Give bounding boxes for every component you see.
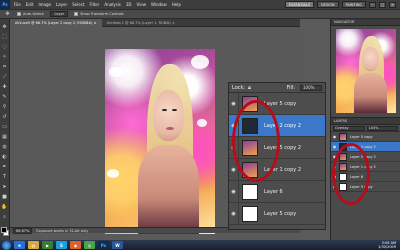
eye-icon[interactable]: ◉ (229, 93, 239, 114)
system-clock[interactable]: 3:06 AM 1/30/2009 (378, 241, 396, 249)
maximize-button[interactable]: □ (379, 1, 386, 8)
menu-analysis[interactable]: Analysis (104, 2, 120, 7)
layer-name: Layer 5 copy (350, 134, 373, 139)
layer-row[interactable]: ◉ Layer 6 (229, 181, 325, 203)
color-swatches[interactable] (0, 227, 9, 236)
photoshop-logo: Ps (0, 0, 10, 10)
marquee-icon[interactable]: ⬚ (1, 33, 8, 40)
eye-icon[interactable]: ◉ (229, 203, 239, 224)
hand-icon[interactable]: ✋ (1, 203, 8, 210)
zoom-icon[interactable]: ⌕ (1, 213, 8, 220)
clock-date: 1/30/2009 (378, 245, 396, 249)
word-icon[interactable]: W (112, 241, 123, 249)
lock-label: Lock: (232, 84, 246, 91)
fill-field[interactable]: 100% (300, 84, 322, 91)
zoom-level[interactable]: 66.67% (13, 227, 33, 234)
shape-icon[interactable]: ■ (1, 193, 8, 200)
menu-layer[interactable]: Layer (56, 2, 67, 7)
auto-select-dropdown[interactable]: Layer (50, 11, 69, 17)
status-info: Exposure works in 32-bit only (36, 228, 89, 233)
taskbar: e ▤ ▶ S ◉ ◎ Ps W 3:06 AM 1/30/2009 (0, 240, 400, 250)
crop-icon[interactable]: ⌗ (1, 63, 8, 70)
menu-filter[interactable]: Filter (89, 2, 99, 7)
folder-icon[interactable]: ▤ (28, 241, 39, 249)
eye-icon[interactable]: ◉ (229, 181, 239, 202)
opacity-field[interactable]: 100% (366, 125, 398, 131)
tab-document-1[interactable]: AVLuvell @ 66.7% (Layer 2 copy 2, RGB/8#… (10, 19, 102, 27)
eye-icon[interactable]: ◉ (331, 134, 338, 139)
blur-icon[interactable]: ◍ (1, 143, 8, 150)
history-brush-icon[interactable]: ↺ (1, 113, 8, 120)
document-image[interactable] (105, 49, 215, 234)
dodge-icon[interactable]: ◐ (1, 153, 8, 160)
ie-icon[interactable]: e (14, 241, 25, 249)
menu-edit[interactable]: Edit (26, 2, 34, 7)
menu-help[interactable]: Help (172, 2, 181, 7)
minimize-button[interactable]: – (369, 1, 376, 8)
layer-thumbnail (242, 205, 258, 222)
start-button[interactable] (2, 240, 11, 250)
auto-select-checkbox[interactable]: Auto-Select: (17, 12, 44, 16)
layer-name: Layer 5 copy (264, 210, 297, 217)
clone-stamp-icon[interactable]: ⚲ (1, 103, 8, 110)
firefox-icon[interactable]: ◉ (70, 241, 81, 249)
eyedropper-icon[interactable]: ⟋ (1, 73, 8, 80)
healing-brush-icon[interactable]: ✚ (1, 83, 8, 90)
close-button[interactable]: × (389, 1, 396, 8)
options-bar: ✥ Auto-Select: Layer Show Transform Cont… (0, 10, 400, 19)
pen-icon[interactable]: ✒ (1, 163, 8, 170)
navigator-panel: NAVIGATOR (330, 19, 400, 117)
show-transform-checkbox[interactable]: Show Transform Controls (74, 12, 124, 16)
blend-mode-select[interactable]: Overlay (333, 125, 365, 131)
move-tool-icon: ✥ (5, 11, 10, 17)
navigator-preview[interactable] (336, 29, 396, 113)
workspace-painting-button[interactable]: PAINTING (341, 1, 366, 8)
lock-icon[interactable]: 🔒︎ (248, 85, 251, 91)
layer-row[interactable]: ◉ Layer 5 copy (331, 132, 400, 142)
tab-navigator[interactable]: NAVIGATOR (331, 19, 400, 26)
photoshop-icon[interactable]: Ps (98, 241, 109, 249)
move-icon[interactable]: ✥ (1, 23, 8, 30)
eye-icon[interactable]: ◉ (331, 144, 338, 149)
document-tabs: AVLuvell @ 66.7% (Layer 2 copy 2, RGB/8#… (10, 19, 300, 27)
layer-thumbnail (242, 183, 258, 200)
tab-document-2[interactable]: Untitled-1 @ 66.7% (Layer 1, RGB/8) × (102, 19, 180, 27)
fill-label: Fill: (286, 84, 295, 91)
app-menu-bar: Ps File Edit Image Layer Select Filter A… (0, 0, 400, 10)
menu-image[interactable]: Image (38, 2, 51, 7)
brush-icon[interactable]: ✎ (1, 93, 8, 100)
gradient-icon[interactable]: ▦ (1, 133, 8, 140)
menu-file[interactable]: File (14, 2, 21, 7)
annotation-ring-popup (232, 100, 280, 182)
layer-name: Layer 6 (264, 188, 283, 195)
main-menu: File Edit Image Layer Select Filter Anal… (14, 2, 181, 7)
type-icon[interactable]: T (1, 173, 8, 180)
toolbox: ✥ ⬚ ◌ ✧ ⌗ ⟋ ✚ ✎ ⚲ ↺ ▭ ▦ ◍ ◐ ✒ T ➤ ■ ✋ ⌕ (0, 19, 10, 240)
chrome-icon[interactable]: ◎ (84, 241, 95, 249)
workspace-essentials-button[interactable]: ESSENTIALS (284, 1, 315, 8)
workspace-design-button[interactable]: DESIGN (317, 1, 339, 8)
path-select-icon[interactable]: ➤ (1, 183, 8, 190)
menu-select[interactable]: Select (72, 2, 84, 7)
media-icon[interactable]: ▶ (42, 241, 53, 249)
eraser-icon[interactable]: ▭ (1, 123, 8, 130)
menu-view[interactable]: View (137, 2, 147, 7)
skype-icon[interactable]: S (56, 241, 67, 249)
magic-wand-icon[interactable]: ✧ (1, 53, 8, 60)
lasso-icon[interactable]: ◌ (1, 43, 8, 50)
menu-3d[interactable]: 3D (126, 2, 132, 7)
layer-row[interactable]: ◉ Layer 5 copy (229, 203, 325, 225)
menu-window[interactable]: Window (151, 2, 167, 7)
tab-layers[interactable]: LAYERS (331, 118, 400, 125)
foreground-color-swatch[interactable] (0, 227, 7, 233)
layer-thumbnail (339, 132, 347, 141)
annotation-ring-panel (332, 143, 370, 205)
